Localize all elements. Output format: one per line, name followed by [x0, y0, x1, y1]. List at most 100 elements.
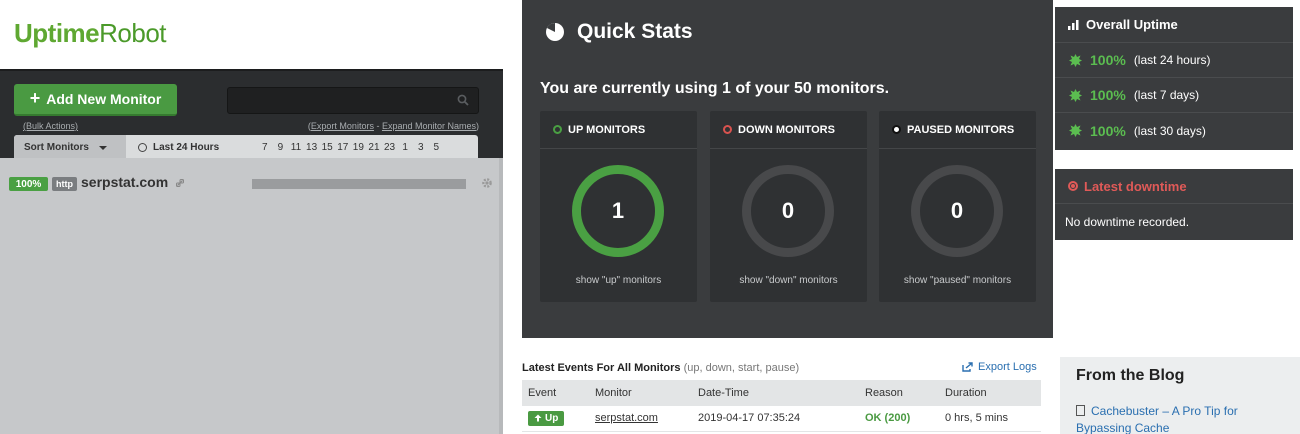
uptime-percent: 100% [1090, 122, 1126, 139]
export-logs-label: Export Logs [978, 361, 1037, 373]
uptime-period: (last 24 hours) [1133, 53, 1211, 67]
show-paused-monitors-link[interactable]: show "paused" monitors [879, 275, 1036, 286]
export-monitors-link[interactable]: Export Monitors [311, 121, 374, 131]
down-status-icon [1068, 181, 1078, 191]
paused-monitors-header: PAUSED MONITORS [879, 111, 1036, 149]
logo-text-uptime: Uptime [14, 18, 100, 48]
uptime-row-24h: 100% (last 24 hours) [1055, 43, 1293, 78]
up-count-ring: 1 [572, 165, 664, 257]
monitor-name[interactable]: serpstat.com [81, 174, 168, 190]
events-subtitle: (up, down, start, pause) [683, 362, 800, 374]
uptime-period: (last 30 days) [1133, 123, 1206, 138]
uptime-row-30d: 100% (last 30 days) [1055, 113, 1293, 148]
hour-label: 17 [337, 142, 349, 153]
up-monitors-header: UP MONITORS [540, 111, 697, 149]
hour-label: 3 [417, 142, 424, 153]
blog-post-title: Cachebuster – A Pro Tip for Bypassing Ca… [1076, 404, 1238, 434]
blog-post-link[interactable]: Cachebuster – A Pro Tip for Bypassing Ca… [1076, 403, 1291, 434]
event-monitor-link[interactable]: serpstat.com [595, 412, 658, 424]
monitor-usage-text: You are currently using 1 of your 50 mon… [540, 80, 890, 97]
column-header-reason: Reason [859, 380, 939, 406]
plus-icon: + [29, 88, 41, 108]
up-status-icon [553, 125, 562, 134]
bar-chart-icon [1068, 19, 1079, 30]
hour-axis: 7 9 11 13 15 17 19 21 23 1 3 5 [257, 135, 444, 160]
column-header-duration: Duration [939, 380, 1041, 406]
latest-downtime-title: Latest downtime [1084, 178, 1187, 194]
paused-monitors-box: PAUSED MONITORS 0 show "paused" monitors [879, 111, 1036, 302]
export-logs-link[interactable]: Export Logs [962, 361, 1037, 373]
export-expand-links: (Export Monitors - Expand Monitor Names) [307, 121, 479, 131]
event-datetime: 2019-04-17 07:35:24 [692, 406, 859, 432]
monitor-search-input[interactable] [227, 87, 479, 114]
hour-label: 15 [321, 142, 333, 153]
uptime-percent: 100% [1090, 87, 1126, 103]
pie-chart-icon [546, 23, 564, 41]
left-panel: UptimeRobot + Add New Monitor (Bulk Acti… [0, 0, 503, 434]
latest-downtime-panel: Latest downtime No downtime recorded. [1055, 169, 1293, 240]
bulk-actions-link[interactable]: (Bulk Actions) [23, 121, 78, 131]
up-count: 1 [611, 198, 625, 223]
up-monitors-label: UP MONITORS [568, 123, 646, 136]
search-icon [457, 94, 469, 106]
down-count: 0 [781, 198, 795, 223]
show-up-monitors-link[interactable]: show "up" monitors [540, 275, 697, 286]
down-monitors-label: DOWN MONITORS [738, 123, 835, 136]
hour-label: 23 [383, 142, 396, 153]
arrow-up-icon [534, 414, 542, 422]
monitor-type-badge: http [52, 177, 77, 191]
uptime-percent: 100% [1090, 52, 1126, 68]
down-status-icon [723, 125, 732, 134]
up-monitors-box: UP MONITORS 1 show "up" monitors [540, 111, 697, 302]
column-header-event: Event [522, 380, 589, 406]
add-new-monitor-button[interactable]: + Add New Monitor [14, 84, 177, 116]
overall-uptime-title: Overall Uptime [1086, 17, 1178, 32]
paused-status-icon [892, 125, 901, 134]
down-monitors-header: DOWN MONITORS [710, 111, 867, 149]
events-title: Latest Events For All Monitors (up, down… [522, 362, 799, 374]
down-count-ring: 0 [742, 165, 834, 257]
latest-downtime-text: No downtime recorded. [1065, 215, 1190, 229]
overall-uptime-panel: Overall Uptime 100% (last 24 hours) 100%… [1055, 7, 1293, 150]
hour-label: 9 [277, 142, 284, 153]
uptime-badge: 100% [9, 177, 48, 191]
uptime-row-7d: 100% (last 7 days) [1055, 78, 1293, 113]
events-header-row: Event Monitor Date-Time Reason Duration [522, 380, 1041, 406]
uptime-period: (last 7 days) [1133, 88, 1200, 102]
status-burst-icon [1069, 124, 1082, 137]
show-down-monitors-link[interactable]: show "down" monitors [710, 275, 867, 286]
quick-stats-title: Quick Stats [577, 20, 693, 43]
caret-down-icon [99, 145, 107, 150]
from-the-blog-panel: From the Blog Cachebuster – A Pro Tip fo… [1060, 357, 1300, 434]
status-burst-icon [1069, 88, 1082, 102]
paused-count-ring: 0 [911, 165, 1003, 257]
hour-label: 13 [306, 142, 318, 153]
hour-label: 19 [352, 142, 364, 153]
hour-label: 21 [368, 142, 380, 153]
add-new-monitor-label: Add New Monitor [46, 91, 162, 107]
hour-label: 5 [433, 142, 440, 153]
last-24-hours-toggle[interactable]: Last 24 Hours [138, 142, 219, 153]
hour-label: 11 [290, 142, 302, 153]
monitor-list-header: Sort Monitors Last 24 Hours 7 9 11 13 15… [14, 135, 478, 160]
expand-monitor-names-link[interactable]: Expand Monitor Names [382, 121, 476, 131]
overall-uptime-header: Overall Uptime [1055, 7, 1293, 43]
monitor-toolbar-area: + Add New Monitor (Bulk Actions) (Export… [0, 69, 503, 160]
gear-icon[interactable] [481, 177, 493, 189]
sort-monitors-dropdown[interactable]: Sort Monitors [14, 135, 126, 160]
event-type: Up [545, 412, 559, 424]
blog-title: From the Blog [1076, 367, 1185, 384]
paused-monitors-label: PAUSED MONITORS [907, 123, 1015, 136]
quick-stats-panel: Quick Stats You are currently using 1 of… [522, 0, 1053, 338]
logo-text-robot: Robot [99, 18, 167, 48]
monitor-cell: serpstat.com [589, 406, 692, 432]
paused-count: 0 [950, 198, 964, 223]
uptimerobot-logo[interactable]: UptimeRobot [14, 18, 167, 49]
monitor-row[interactable]: 100% http serpstat.com [0, 171, 499, 195]
event-reason: OK (200) [859, 406, 939, 432]
document-icon [1076, 405, 1085, 416]
hour-label: 7 [262, 142, 268, 153]
events-title-text: Latest Events For All Monitors [522, 362, 681, 374]
quick-stats-header: Quick Stats [545, 20, 693, 44]
link-icon[interactable] [176, 179, 184, 187]
